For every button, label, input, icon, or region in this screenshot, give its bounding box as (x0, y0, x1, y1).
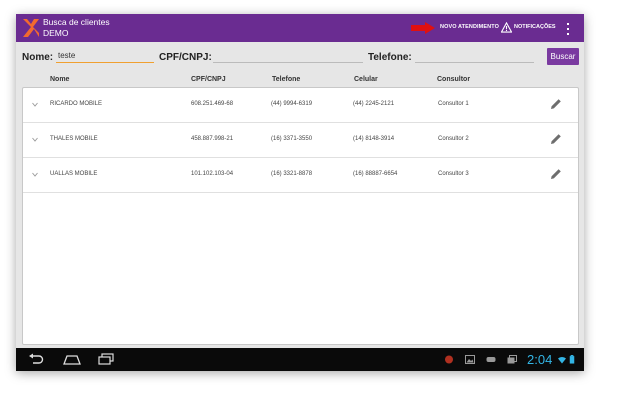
cell-cpf: 101.102.103-04 (191, 171, 234, 177)
pencil-icon[interactable] (550, 133, 562, 145)
table-row[interactable]: UALLAS MOBILE 101.102.103-04 (16) 3321-8… (23, 158, 578, 193)
cell-consultor: Consultor 3 (438, 171, 469, 177)
search-button[interactable]: Buscar (547, 48, 579, 65)
overflow-menu-icon[interactable] (566, 22, 570, 36)
tablet-screen: Busca de clientes DEMO NOVO ATENDIMENTO … (16, 14, 584, 371)
new-attendance-button[interactable]: NOVO ATENDIMENTO (440, 24, 499, 30)
notifications-button[interactable]: NOTIFICAÇÕES (514, 24, 556, 30)
app-logo-icon[interactable] (22, 18, 40, 38)
name-label: Nome: (22, 52, 54, 63)
red-arrow-icon (411, 22, 435, 34)
col-header-telefone: Telefone (272, 76, 301, 83)
results-table: RICARDO MOBILE 608.251.469-68 (44) 9994-… (22, 87, 579, 345)
action-bar: Busca de clientes DEMO NOVO ATENDIMENTO … (16, 14, 584, 42)
col-header-cpf: CPF/CNPJ (191, 76, 226, 83)
media-icon[interactable] (507, 355, 517, 364)
cell-cpf: 608.251.469-68 (191, 101, 234, 107)
cell-nome: UALLAS MOBILE (50, 171, 98, 177)
gamepad-icon[interactable] (486, 355, 496, 364)
table-row[interactable]: RICARDO MOBILE 608.251.469-68 (44) 9994-… (23, 88, 578, 123)
cell-consultor: Consultor 1 (438, 101, 469, 107)
search-form: Nome: CPF/CNPJ: Telefone: (16, 44, 584, 68)
cell-telefone: (16) 3321-8878 (271, 171, 313, 177)
recent-apps-icon[interactable] (98, 353, 114, 365)
pencil-icon[interactable] (550, 168, 562, 180)
cell-celular: (14) 8148-3914 (353, 136, 395, 142)
back-icon[interactable] (28, 353, 44, 365)
status-clock: 2:04 (527, 352, 553, 367)
home-icon[interactable] (63, 353, 81, 365)
cell-consultor: Consultor 2 (438, 136, 469, 142)
cell-telefone: (44) 9994-6319 (271, 101, 313, 107)
phone-input[interactable] (415, 49, 534, 63)
cpf-input[interactable] (213, 49, 363, 63)
cell-telefone: (16) 3371-3550 (271, 136, 313, 142)
app-notification-icon[interactable] (444, 355, 454, 364)
col-header-celular: Celular (354, 76, 378, 83)
col-header-consultor: Consultor (437, 76, 471, 83)
gallery-icon[interactable] (465, 355, 475, 364)
chevron-down-icon[interactable] (32, 172, 38, 177)
col-header-nome: Nome (50, 76, 70, 83)
chevron-down-icon[interactable] (32, 102, 38, 107)
wifi-icon (558, 356, 566, 364)
cell-cpf: 458.887.998-21 (191, 136, 234, 142)
app-title: Busca de clientes (43, 17, 110, 27)
name-input[interactable] (56, 49, 154, 63)
table-row[interactable]: THALES MOBILE 458.887.998-21 (16) 3371-3… (23, 123, 578, 158)
warning-icon[interactable] (501, 22, 512, 33)
cpf-label: CPF/CNPJ: (159, 52, 212, 63)
chevron-down-icon[interactable] (32, 137, 38, 142)
phone-label: Telefone: (368, 52, 412, 63)
app-subtitle: DEMO (43, 28, 69, 38)
battery-icon (569, 355, 575, 364)
system-nav-bar: 2:04 (16, 348, 584, 371)
cell-nome: RICARDO MOBILE (50, 101, 103, 107)
cell-celular: (16) 88887-6654 (353, 171, 398, 177)
cell-nome: THALES MOBILE (50, 136, 98, 142)
cell-celular: (44) 2245-2121 (353, 101, 395, 107)
pencil-icon[interactable] (550, 98, 562, 110)
